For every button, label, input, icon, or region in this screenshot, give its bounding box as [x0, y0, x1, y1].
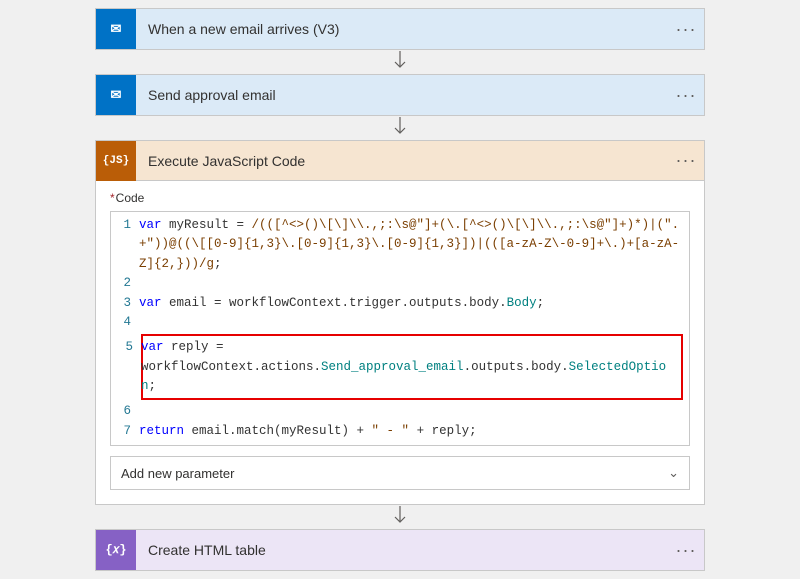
step-header-approval[interactable]: ✉ Send approval email ··· — [96, 75, 704, 115]
code-editor[interactable]: 1var myResult = /(([^<>()\[\]\\.,;:\s@"]… — [110, 211, 690, 446]
add-parameter-dropdown[interactable]: Add new parameter ⌄ — [110, 456, 690, 490]
step-menu-button[interactable]: ··· — [668, 85, 704, 106]
data-operations-icon: {𝑥} — [96, 530, 136, 570]
step-header-trigger[interactable]: ✉ When a new email arrives (V3) ··· — [96, 9, 704, 49]
outlook-icon: ✉ — [96, 75, 136, 115]
step-execute-js: {JS} Execute JavaScript Code ··· *Code 1… — [95, 140, 705, 505]
step-menu-button[interactable]: ··· — [668, 19, 704, 40]
step-create-html-table[interactable]: {𝑥} Create HTML table ··· — [95, 529, 705, 571]
step-title: Execute JavaScript Code — [136, 153, 668, 169]
step-approval[interactable]: ✉ Send approval email ··· — [95, 74, 705, 116]
step-header-table[interactable]: {𝑥} Create HTML table ··· — [96, 530, 704, 570]
step-trigger[interactable]: ✉ When a new email arrives (V3) ··· — [95, 8, 705, 50]
step-menu-button[interactable]: ··· — [668, 150, 704, 171]
outlook-icon: ✉ — [96, 9, 136, 49]
step-title: Create HTML table — [136, 542, 668, 558]
step-title: When a new email arrives (V3) — [136, 21, 668, 37]
connector-arrow — [95, 505, 705, 529]
step-body-js: *Code 1var myResult = /(([^<>()\[\]\\.,;… — [96, 181, 704, 504]
step-menu-button[interactable]: ··· — [668, 540, 704, 561]
add-parameter-label: Add new parameter — [121, 466, 234, 481]
highlighted-code-region: 5var reply = workflowContext.actions.Sen… — [141, 334, 683, 400]
connector-arrow — [95, 116, 705, 140]
javascript-icon: {JS} — [96, 141, 136, 181]
connector-arrow — [95, 50, 705, 74]
code-field-label: *Code — [110, 191, 690, 205]
chevron-down-icon: ⌄ — [668, 465, 679, 481]
step-title: Send approval email — [136, 87, 668, 103]
step-header-js[interactable]: {JS} Execute JavaScript Code ··· — [96, 141, 704, 181]
